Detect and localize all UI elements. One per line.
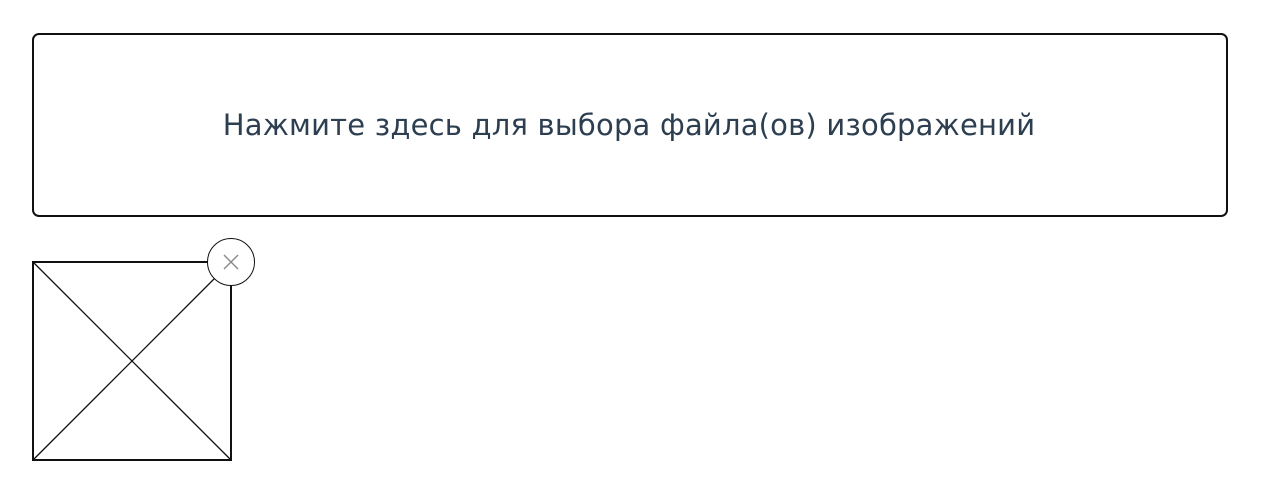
remove-image-button[interactable] <box>207 238 255 286</box>
image-placeholder-icon <box>32 261 232 461</box>
file-select-dropzone[interactable]: Нажмите здесь для выбора файла(ов) изобр… <box>32 33 1228 217</box>
close-icon <box>223 254 239 270</box>
image-preview-thumbnail <box>32 261 232 461</box>
dropzone-prompt: Нажмите здесь для выбора файла(ов) изобр… <box>222 108 1036 142</box>
image-upload-widget: Нажмите здесь для выбора файла(ов) изобр… <box>0 0 1274 504</box>
